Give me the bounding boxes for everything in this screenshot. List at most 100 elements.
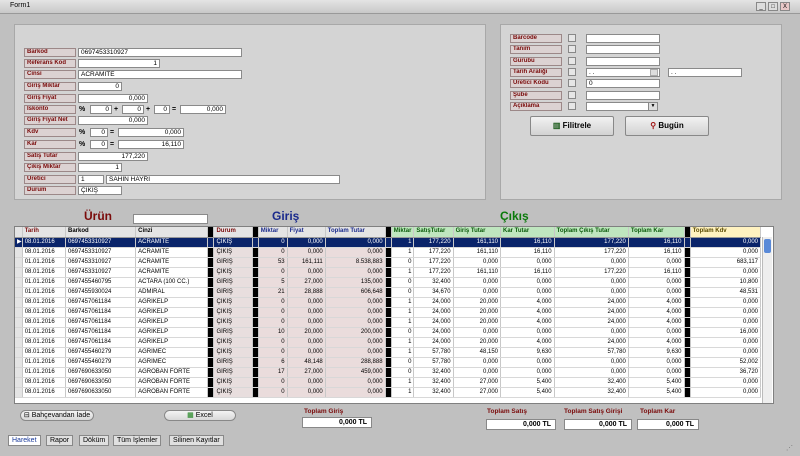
iskonto-3-input[interactable]: 0 [154,105,170,114]
row-header[interactable] [15,307,23,318]
filter-uretici-kodu-checkbox[interactable] [568,79,576,87]
cell-cikis-miktar[interactable]: 0 [391,277,415,288]
cell-cinzi[interactable]: AGRIKELP [135,337,209,348]
row-header[interactable] [15,327,23,338]
cell-toplam-kdv[interactable]: 0,000 [690,337,762,348]
cell-barkod[interactable]: 0697455460279 [65,347,137,358]
cell-satis-tutar[interactable]: 24,000 [413,317,454,328]
cell-barkod[interactable]: 0697457061184 [65,337,137,348]
cell-giris-fiyat[interactable]: 0,000 [287,267,326,278]
cell-toplam-kdv[interactable]: 10,800 [690,277,762,288]
cell-tarih[interactable]: 08.01.2016 [22,307,67,318]
cell-durum[interactable]: ÇIKIŞ [213,387,253,398]
cell-giris-fiyat[interactable]: 0,000 [287,337,326,348]
cell-cikis-miktar[interactable]: 1 [391,337,415,348]
cell-cinzi[interactable]: ACRAMITE [135,267,209,278]
cell-barkod[interactable]: 0697690633050 [65,377,137,388]
table-row[interactable]: 01.01.2016 0697455930024 ADMIRAL GİRİŞ 21 28,… [15,287,762,298]
cell-toplam-cikis-tutar[interactable]: 0,000 [554,367,629,378]
cell-durum[interactable]: ÇIKIŞ [213,247,253,258]
cell-cinzi[interactable]: AGROBAN FORTE [135,367,209,378]
cell-giris-miktar[interactable]: 0 [258,337,288,348]
cell-toplam-cikis-tutar[interactable]: 177,220 [554,237,629,248]
cell-giris-miktar[interactable]: 17 [258,367,288,378]
cell-tarih[interactable]: 08.01.2016 [22,337,67,348]
chevron-down-icon[interactable]: ▼ [648,102,658,111]
cell-toplam-tutar[interactable]: 135,000 [325,277,386,288]
cell-giris-miktar[interactable]: 53 [258,257,288,268]
cell-kar-tutar[interactable]: 4,000 [500,297,555,308]
row-header[interactable] [15,337,23,348]
cell-barkod[interactable]: 0697457061184 [65,307,137,318]
cell-kar-tutar[interactable]: 0,000 [500,277,555,288]
cell-toplam-cikis-tutar[interactable]: 24,000 [554,297,629,308]
cell-cikis-miktar[interactable]: 0 [391,327,415,338]
cell-toplam-tutar[interactable]: 459,000 [325,367,386,378]
cell-toplam-tutar[interactable]: 8.538,883 [325,257,386,268]
cell-giris-fiyat[interactable]: 27,000 [287,367,326,378]
filter-barcode-input[interactable] [586,34,660,43]
table-row[interactable]: 01.01.2016 0697690633050 AGROBAN FORTE GİRİ… [15,367,762,378]
cell-kar-tutar[interactable]: 16,110 [500,247,555,258]
cell-satis-tutar[interactable]: 32,400 [413,377,454,388]
cell-barkod[interactable]: 0697455460795 [65,277,137,288]
cell-giris-fiyat[interactable]: 0,000 [287,347,326,358]
cell-toplam-kdv[interactable]: 0,000 [690,297,762,308]
giris-fiyat-input[interactable]: 0,000 [78,94,148,103]
cell-cinzi[interactable]: AGRIMEC [135,357,209,368]
row-header[interactable] [15,377,23,388]
iskonto-1-input[interactable]: 0 [90,105,112,114]
filter-tarih-checkbox[interactable] [568,68,576,76]
cell-kar-tutar[interactable]: 0,000 [500,257,555,268]
cell-kar-tutar[interactable]: 16,110 [500,267,555,278]
cell-toplam-kar[interactable]: 4,000 [628,307,685,318]
cell-giris-miktar[interactable]: 0 [258,267,288,278]
bugun-button[interactable]: ⚲ Bugün [625,116,709,136]
cell-cinzi[interactable]: AGRIKELP [135,327,209,338]
table-row[interactable]: 08.01.2016 0697453310927 ACRAMITE ÇIKIŞ 0 0,0… [15,267,762,278]
cell-giris-miktar[interactable]: 6 [258,357,288,368]
cell-cikis-miktar[interactable]: 0 [391,357,415,368]
kar-percent-input[interactable]: 0 [90,140,108,149]
cell-giris-tutar[interactable]: 20,000 [453,307,502,318]
cell-kar-tutar[interactable]: 0,000 [500,327,555,338]
close-button[interactable]: X [780,2,790,11]
cell-toplam-kdv[interactable]: 36,720 [690,367,762,378]
cell-barkod[interactable]: 0697690633050 [65,387,137,398]
transactions-grid[interactable]: Tarih Barkod Cinzi Durum Miktar Fiyat To… [14,226,774,404]
cell-toplam-kar[interactable]: 16,110 [628,267,685,278]
cell-toplam-tutar[interactable]: 0,000 [325,247,386,258]
table-row[interactable]: 08.01.2016 0697457061184 AGRIKELP ÇIKIŞ 0 0,0… [15,337,762,348]
cell-toplam-tutar[interactable]: 288,888 [325,357,386,368]
cell-giris-tutar[interactable]: 0,000 [453,357,502,368]
cell-durum[interactable]: ÇIKIŞ [213,267,253,278]
cell-tarih[interactable]: 08.01.2016 [22,347,67,358]
date-from-input[interactable]: . . [586,68,660,77]
cell-giris-miktar[interactable]: 0 [258,237,288,248]
cell-toplam-kdv[interactable]: 0,000 [690,237,762,248]
row-header[interactable] [15,267,23,278]
cell-cinzi[interactable]: AGROBAN FORTE [135,377,209,388]
cell-satis-tutar[interactable]: 177,220 [413,237,454,248]
table-row[interactable]: 01.01.2016 0697455460279 AGRIMEC GİRİŞ 6 48,1… [15,357,762,368]
tab-rapor[interactable]: Rapor [46,435,74,446]
col-header-cinzi[interactable]: Cinzi [135,227,209,238]
table-row[interactable]: 08.01.2016 0697455460279 AGRIMEC ÇIKIŞ 0 0,00… [15,347,762,358]
cell-toplam-kar[interactable]: 4,000 [628,317,685,328]
cell-durum[interactable]: GİRİŞ [213,287,253,298]
row-header[interactable] [15,247,23,258]
cell-kar-tutar[interactable]: 4,000 [500,337,555,348]
cell-giris-tutar[interactable]: 20,000 [453,317,502,328]
col-header-toplam-kdv[interactable]: Toplam Kdv [690,227,762,238]
cell-giris-fiyat[interactable]: 0,000 [287,297,326,308]
col-header-barkod[interactable]: Barkod [65,227,137,238]
cell-toplam-tutar[interactable]: 0,000 [325,297,386,308]
cell-barkod[interactable]: 0697453310927 [65,257,137,268]
cell-toplam-tutar[interactable]: 0,000 [325,387,386,398]
col-header-kar-tutar[interactable]: Kar Tutar [500,227,555,238]
cell-toplam-kdv[interactable]: 683,117 [690,257,762,268]
filter-tanim-input[interactable] [586,45,660,54]
cell-toplam-kdv[interactable]: 0,000 [690,317,762,328]
cell-kar-tutar[interactable]: 5,400 [500,377,555,388]
table-row[interactable]: 08.01.2016 0697690633050 AGROBAN FORTE ÇIKI… [15,377,762,388]
